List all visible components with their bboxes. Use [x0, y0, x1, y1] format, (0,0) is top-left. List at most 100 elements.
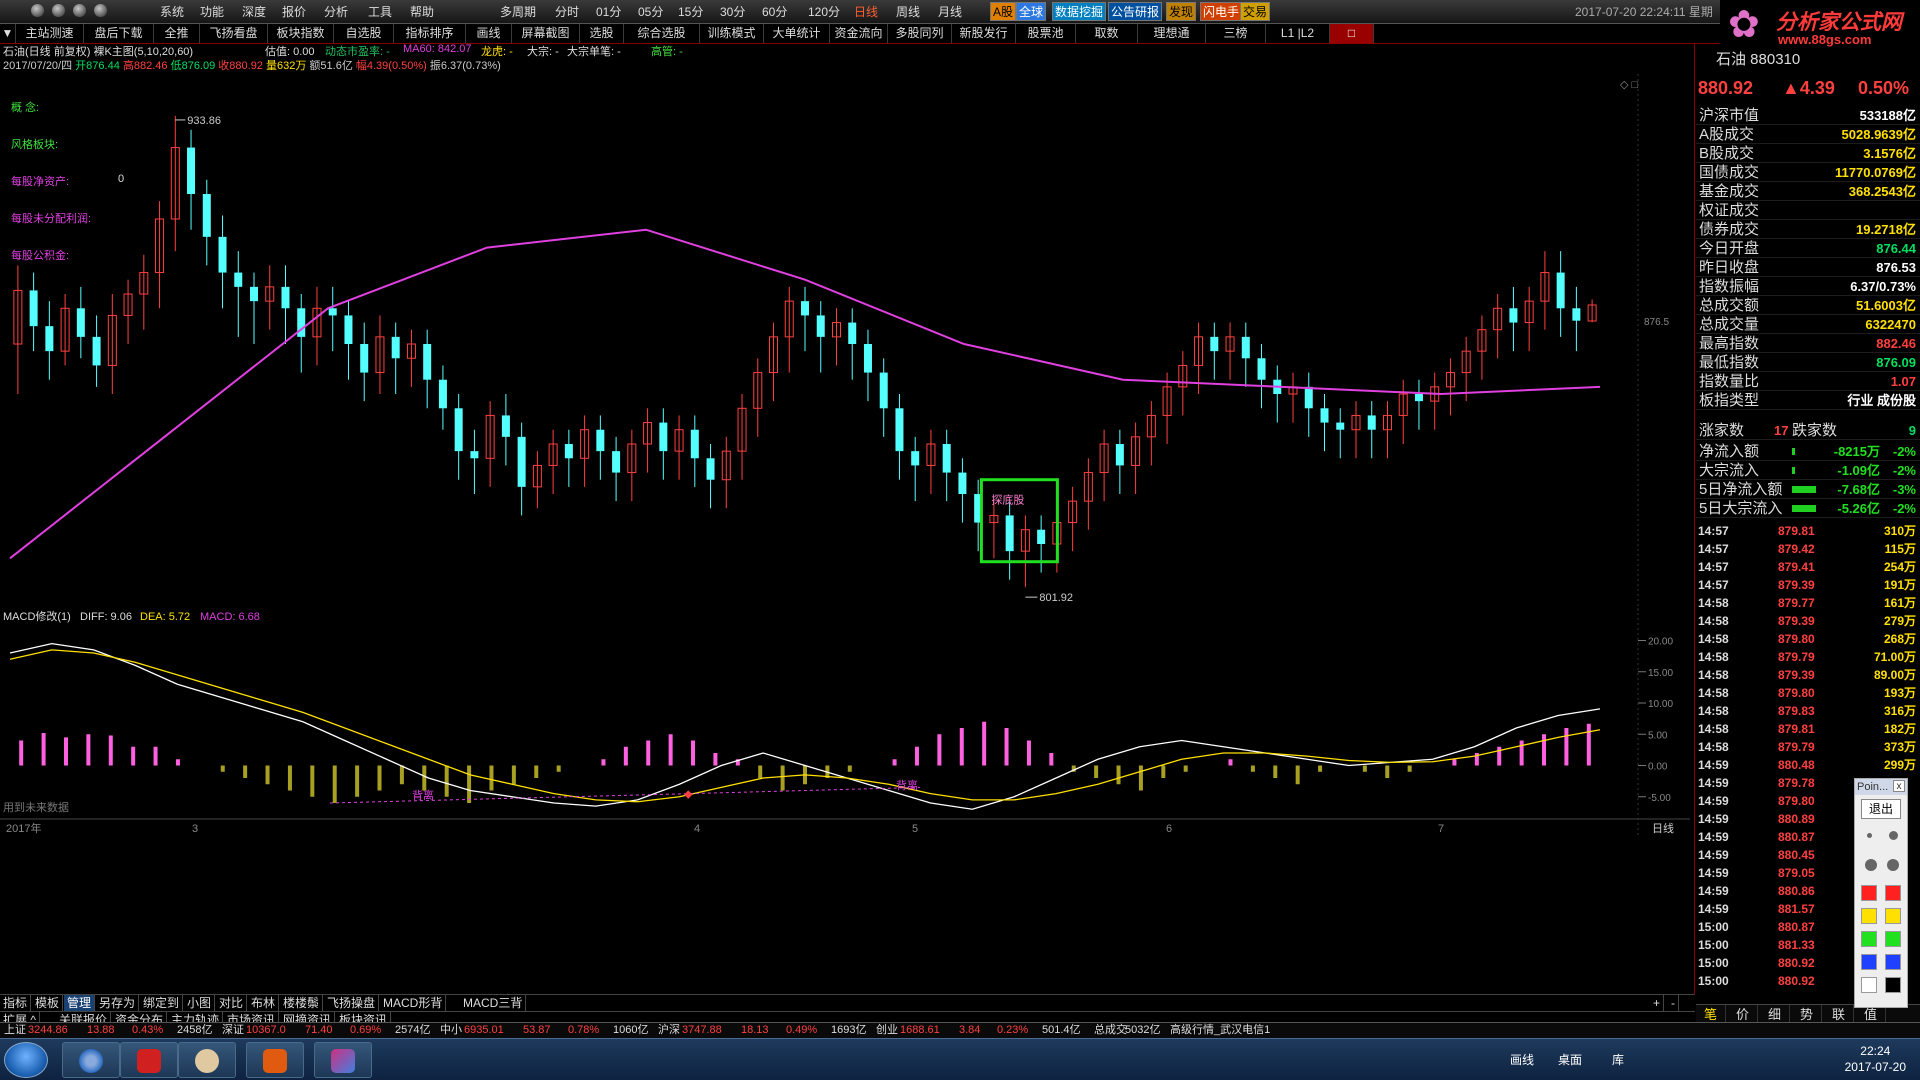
color-swatch-0[interactable]: [1861, 885, 1877, 901]
toolbar-button-0[interactable]: ▼: [0, 24, 16, 43]
tray-desktop-label[interactable]: 桌面: [1558, 1051, 1582, 1068]
color-swatch-1[interactable]: [1885, 885, 1901, 901]
color-swatch-2[interactable]: [1861, 908, 1877, 924]
indicator-tab-7[interactable]: 布林: [248, 995, 280, 1011]
color-swatch-9[interactable]: [1885, 977, 1901, 993]
toolbar-button-21[interactable]: L1 |L2: [1266, 24, 1330, 43]
toolbar-button-17[interactable]: 股票池: [1016, 24, 1076, 43]
window-restore-icon[interactable]: [94, 4, 107, 17]
period-tab-3[interactable]: 05分: [638, 2, 663, 22]
macd-chart[interactable]: MACD修改(1) DIFF: 9.06 DEA: 5.72 MACD: 6.68 20…: [0, 608, 1690, 838]
toolbar-button-8[interactable]: 画线: [466, 24, 512, 43]
menu-6[interactable]: 帮助: [410, 2, 434, 22]
stat-value-8: 876.53: [1876, 260, 1916, 275]
panel-toggle-icon[interactable]: ◇ □: [1620, 79, 1639, 91]
toolbar-button-6[interactable]: 自选股: [334, 24, 394, 43]
indicator-tab-9[interactable]: 飞扬操盘: [324, 995, 380, 1011]
period-tab-8[interactable]: 日线: [854, 2, 878, 22]
color-swatch-5[interactable]: [1885, 931, 1901, 947]
indicator-tab-5[interactable]: 小图: [184, 995, 216, 1011]
toolbar-button-20[interactable]: 三榜: [1206, 24, 1266, 43]
fill-dot-tool-icon[interactable]: [1887, 859, 1899, 871]
period-tab-6[interactable]: 60分: [762, 2, 787, 22]
indicator-tab-3[interactable]: 另存为: [96, 995, 140, 1011]
nav-badge-4[interactable]: 发现: [1166, 2, 1197, 21]
menu-1[interactable]: 功能: [200, 2, 224, 22]
task-browser[interactable]: [62, 1042, 120, 1078]
toolbar-button-2[interactable]: 盘后下载: [84, 24, 154, 43]
zoom-out-icon[interactable]: -: [1668, 995, 1679, 1011]
market-status-bar: 上证 3244.86 13.88 0.43% 2458亿 深证 10367.0 71.40 0.…: [0, 1022, 1920, 1038]
period-tab-9[interactable]: 周线: [896, 2, 920, 22]
toolbar-button-14[interactable]: 资金流向: [830, 24, 888, 43]
nav-badge-3[interactable]: 公告研报: [1108, 2, 1163, 21]
nav-badge-0[interactable]: A股: [990, 2, 1017, 21]
tray-library-label[interactable]: 库: [1612, 1051, 1624, 1068]
indicator-tab-11[interactable]: MACD三背: [460, 995, 527, 1011]
point-tool-icon[interactable]: [1867, 833, 1872, 838]
main-chart-area[interactable]: 石油(日线 前复权) 裸K主图(5,10,20,60) 估值: 0.00 动态市…: [0, 43, 1695, 1044]
toolbar-button-7[interactable]: 指标排序: [394, 24, 466, 43]
indicator-tab-4[interactable]: 绑定到: [140, 995, 184, 1011]
dot-tool-icon[interactable]: [1889, 831, 1898, 840]
close-icon[interactable]: x: [1893, 780, 1905, 792]
menu-3[interactable]: 报价: [282, 2, 306, 22]
indicator-tab-1[interactable]: 模板: [32, 995, 64, 1011]
zoom-in-icon[interactable]: +: [1650, 995, 1665, 1011]
start-button[interactable]: [4, 1042, 48, 1078]
period-tab-5[interactable]: 30分: [720, 2, 745, 22]
nav-badge-2[interactable]: 数据挖掘: [1052, 2, 1107, 21]
indicator-tab-10[interactable]: MACD形背: [380, 995, 447, 1011]
nav-badge-6[interactable]: 交易: [1240, 2, 1271, 21]
toolbar-button-22[interactable]: □: [1330, 24, 1374, 43]
period-tab-7[interactable]: 120分: [808, 2, 840, 22]
color-swatch-4[interactable]: [1861, 931, 1877, 947]
toolbar-button-11[interactable]: 综合选股: [624, 24, 700, 43]
color-swatch-3[interactable]: [1885, 908, 1901, 924]
menu-4[interactable]: 分析: [324, 2, 348, 22]
toolbar-button-1[interactable]: 主站测速: [16, 24, 84, 43]
taskbar-clock[interactable]: 22:24 2017-07-20: [1845, 1043, 1906, 1075]
task-chat[interactable]: [178, 1042, 236, 1078]
window-close-icon[interactable]: [31, 4, 44, 17]
toolbar-button-16[interactable]: 新股发行: [952, 24, 1016, 43]
exit-button[interactable]: 退出: [1861, 799, 1901, 819]
period-tab-2[interactable]: 01分: [596, 2, 621, 22]
toolbar-button-18[interactable]: 取数: [1076, 24, 1138, 43]
color-swatch-7[interactable]: [1885, 954, 1901, 970]
menu-0[interactable]: 系统: [160, 2, 184, 22]
large-dot-tool-icon[interactable]: [1865, 859, 1877, 871]
candle-37: [596, 415, 605, 480]
tray-draw-label[interactable]: 画线: [1510, 1051, 1534, 1068]
draw-tool-panel[interactable]: Poin... x 退出: [1854, 778, 1908, 1008]
period-tab-1[interactable]: 分时: [555, 2, 579, 22]
nav-badge-1[interactable]: 全球: [1016, 2, 1047, 21]
nav-badge-5[interactable]: 闪电手: [1200, 2, 1243, 21]
indicator-tab-2[interactable]: 管理: [64, 995, 96, 1011]
toolbar-button-9[interactable]: 屏幕截图: [512, 24, 580, 43]
toolbar-button-3[interactable]: 全推: [154, 24, 200, 43]
period-tab-0[interactable]: 多周期: [500, 2, 536, 22]
menu-2[interactable]: 深度: [242, 2, 266, 22]
window-minimize-icon[interactable]: [52, 4, 65, 17]
window-maximize-icon[interactable]: [73, 4, 86, 17]
toolbar-button-5[interactable]: 板块指数: [268, 24, 334, 43]
indicator-tab-6[interactable]: 对比: [216, 995, 248, 1011]
menu-5[interactable]: 工具: [368, 2, 392, 22]
toolbar-button-4[interactable]: 飞扬看盘: [200, 24, 268, 43]
toolbar-button-12[interactable]: 训练模式: [700, 24, 764, 43]
period-tab-4[interactable]: 15分: [678, 2, 703, 22]
indicator-tab-0[interactable]: 指标: [0, 995, 32, 1011]
toolbar-button-15[interactable]: 多股同列: [888, 24, 952, 43]
toolbar-button-10[interactable]: 选股: [580, 24, 624, 43]
task-trading[interactable]: [246, 1042, 304, 1078]
toolbar-button-13[interactable]: 大单统计: [764, 24, 830, 43]
indicator-tab-8[interactable]: 楼楼鬃: [280, 995, 324, 1011]
period-tab-10[interactable]: 月线: [938, 2, 962, 22]
task-analyst[interactable]: [314, 1042, 372, 1078]
task-pdf[interactable]: [120, 1042, 178, 1078]
kline-chart[interactable]: 933.86 801.92 探底股 876.5 ◇ □: [0, 74, 1690, 614]
color-swatch-8[interactable]: [1861, 977, 1877, 993]
toolbar-button-19[interactable]: 理想通: [1138, 24, 1206, 43]
color-swatch-6[interactable]: [1861, 954, 1877, 970]
